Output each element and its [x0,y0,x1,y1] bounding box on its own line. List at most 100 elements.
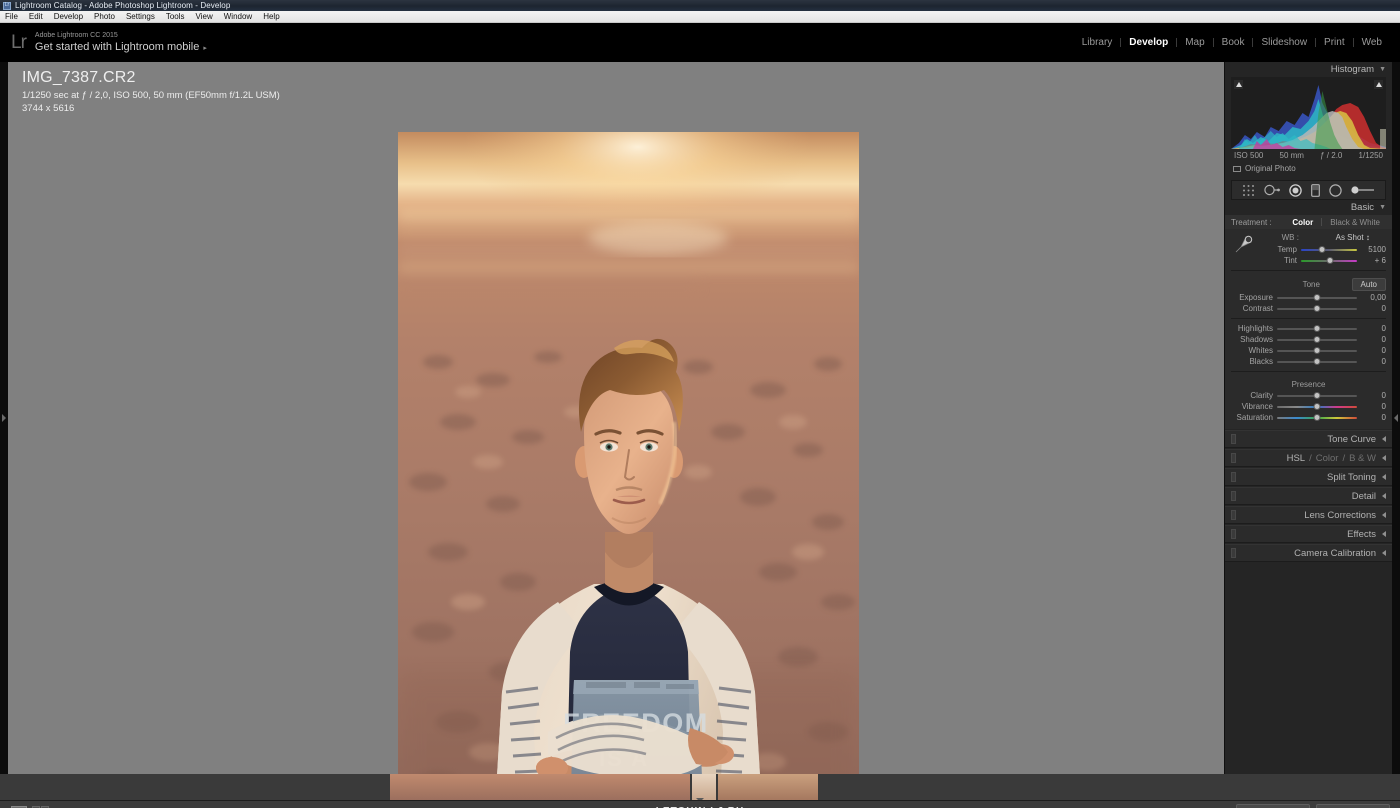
vibrance-value[interactable]: 0 [1361,402,1386,411]
module-print[interactable]: Print [1316,37,1353,48]
menu-view[interactable]: View [196,12,213,21]
tint-slider-track[interactable] [1301,256,1357,266]
left-panel-collapse-handle[interactable] [0,62,8,774]
chevron-left-icon [1382,512,1386,518]
exposure-value[interactable]: 0,00 [1361,293,1386,302]
identity-text[interactable]: Adobe Lightroom CC 2015 Get started with… [35,31,207,55]
photo-container[interactable]: FREEDOM IS A STATE [398,132,859,808]
photo-image[interactable]: FREEDOM IS A STATE [398,132,859,808]
clarity-slider-knob[interactable] [1313,391,1321,399]
shadows-slider-track[interactable] [1277,335,1357,345]
image-canvas[interactable]: IMG_7387.CR2 1/1250 sec at ƒ / 2,0, ISO … [8,62,1224,808]
panel-camera-calibration[interactable]: Camera Calibration [1225,544,1392,562]
clarity-slider-track[interactable] [1277,391,1357,401]
treatment-color-option[interactable]: Color [1288,218,1317,227]
module-web[interactable]: Web [1354,37,1390,48]
temp-value[interactable]: 5100 [1361,245,1386,254]
vibrance-slider-knob[interactable] [1313,402,1321,410]
promo-link[interactable]: Get started with Lightroom mobile ▸ [35,41,207,55]
blacks-slider-knob[interactable] [1313,357,1321,365]
hsl-bw-label[interactable]: B & W [1349,453,1376,464]
highlights-value[interactable]: 0 [1361,324,1386,333]
module-develop[interactable]: Develop [1121,37,1176,48]
highlights-slider-row[interactable]: Highlights 0 [1225,323,1392,334]
vibrance-slider-track[interactable] [1277,402,1357,412]
exposure-slider-knob[interactable] [1313,293,1321,301]
filmstrip-thumbnail[interactable] [390,774,690,800]
menu-window[interactable]: Window [224,12,252,21]
auto-tone-button[interactable]: Auto [1351,278,1386,291]
histogram-graph[interactable] [1231,77,1386,149]
treatment-bw-option[interactable]: Black & White [1326,218,1384,227]
white-balance-selector-icon[interactable] [1233,233,1255,257]
filmstrip-thumbnail[interactable] [692,774,716,800]
saturation-slider-knob[interactable] [1313,413,1321,421]
blacks-label: Blacks [1249,357,1273,366]
filmstrip[interactable] [0,774,1400,800]
menu-file[interactable]: File [5,12,18,21]
saturation-slider-track[interactable] [1277,413,1357,423]
blacks-slider-row[interactable]: Blacks 0 [1225,356,1392,367]
saturation-value[interactable]: 0 [1361,413,1386,422]
temp-slider-track[interactable] [1301,245,1357,255]
highlights-slider-track[interactable] [1277,324,1357,334]
saturation-slider-row[interactable]: Saturation 0 [1225,412,1392,423]
adjustment-brush-tool-icon[interactable] [1350,185,1375,195]
module-book[interactable]: Book [1214,37,1253,48]
graduated-filter-tool-icon[interactable] [1310,183,1320,197]
panel-effects[interactable]: Effects [1225,525,1392,543]
wb-value[interactable]: As Shot ↕ [1322,233,1385,242]
tint-value[interactable]: + 6 [1361,256,1386,265]
reset-button[interactable]: Reset [1316,804,1390,808]
blacks-slider-track[interactable] [1277,357,1357,367]
temp-slider-knob[interactable] [1318,245,1326,253]
crop-overlay-tool-icon[interactable] [1242,184,1255,197]
spot-removal-tool-icon[interactable] [1264,184,1281,196]
vibrance-slider-row[interactable]: Vibrance 0 [1225,401,1392,412]
hsl-label[interactable]: HSL [1287,453,1305,464]
hsl-color-label[interactable]: Color [1316,453,1339,464]
shadows-value[interactable]: 0 [1361,335,1386,344]
contrast-slider-knob[interactable] [1313,304,1321,312]
panel-tone-curve[interactable]: Tone Curve [1225,430,1392,448]
highlights-slider-knob[interactable] [1313,324,1321,332]
previous-button[interactable]: Previous [1236,804,1310,808]
contrast-slider-row[interactable]: Contrast 0 [1225,303,1392,314]
basic-panel-header[interactable]: Basic ▼ [1225,200,1392,215]
whites-value[interactable]: 0 [1361,346,1386,355]
exposure-slider-track[interactable] [1277,293,1357,303]
whites-slider-track[interactable] [1277,346,1357,356]
highlight-clipping-indicator[interactable] [1374,80,1383,89]
contrast-slider-track[interactable] [1277,304,1357,314]
right-panel-collapse-handle[interactable] [1392,62,1400,774]
module-map[interactable]: Map [1177,37,1212,48]
menu-edit[interactable]: Edit [29,12,43,21]
panel-lens-corrections[interactable]: Lens Corrections [1225,506,1392,524]
shadows-slider-row[interactable]: Shadows 0 [1225,334,1392,345]
whites-slider-row[interactable]: Whites 0 [1225,345,1392,356]
clarity-slider-row[interactable]: Clarity 0 [1225,390,1392,401]
menu-help[interactable]: Help [263,12,279,21]
menu-settings[interactable]: Settings [126,12,155,21]
menu-tools[interactable]: Tools [166,12,185,21]
contrast-value[interactable]: 0 [1361,304,1386,313]
shadows-slider-knob[interactable] [1313,335,1321,343]
whites-slider-knob[interactable] [1313,346,1321,354]
radial-filter-tool-icon[interactable] [1329,183,1342,197]
red-eye-correction-tool-icon[interactable] [1289,183,1302,197]
tint-slider-knob[interactable] [1326,256,1334,264]
shadow-clipping-indicator[interactable] [1234,80,1243,89]
panel-hsl-color-bw[interactable]: HSL / Color / B & W [1225,449,1392,467]
blacks-value[interactable]: 0 [1361,357,1386,366]
module-library[interactable]: Library [1074,37,1121,48]
module-slideshow[interactable]: Slideshow [1253,37,1315,48]
filmstrip-thumbnail[interactable] [718,774,818,800]
panel-detail[interactable]: Detail [1225,487,1392,505]
clarity-value[interactable]: 0 [1361,391,1386,400]
histogram-panel-header[interactable]: Histogram ▼ [1225,62,1392,77]
menu-photo[interactable]: Photo [94,12,115,21]
original-photo-row[interactable]: Original Photo [1225,160,1392,176]
exposure-slider-row[interactable]: Exposure 0,00 [1225,292,1392,303]
panel-split-toning[interactable]: Split Toning [1225,468,1392,486]
menu-develop[interactable]: Develop [54,12,83,21]
